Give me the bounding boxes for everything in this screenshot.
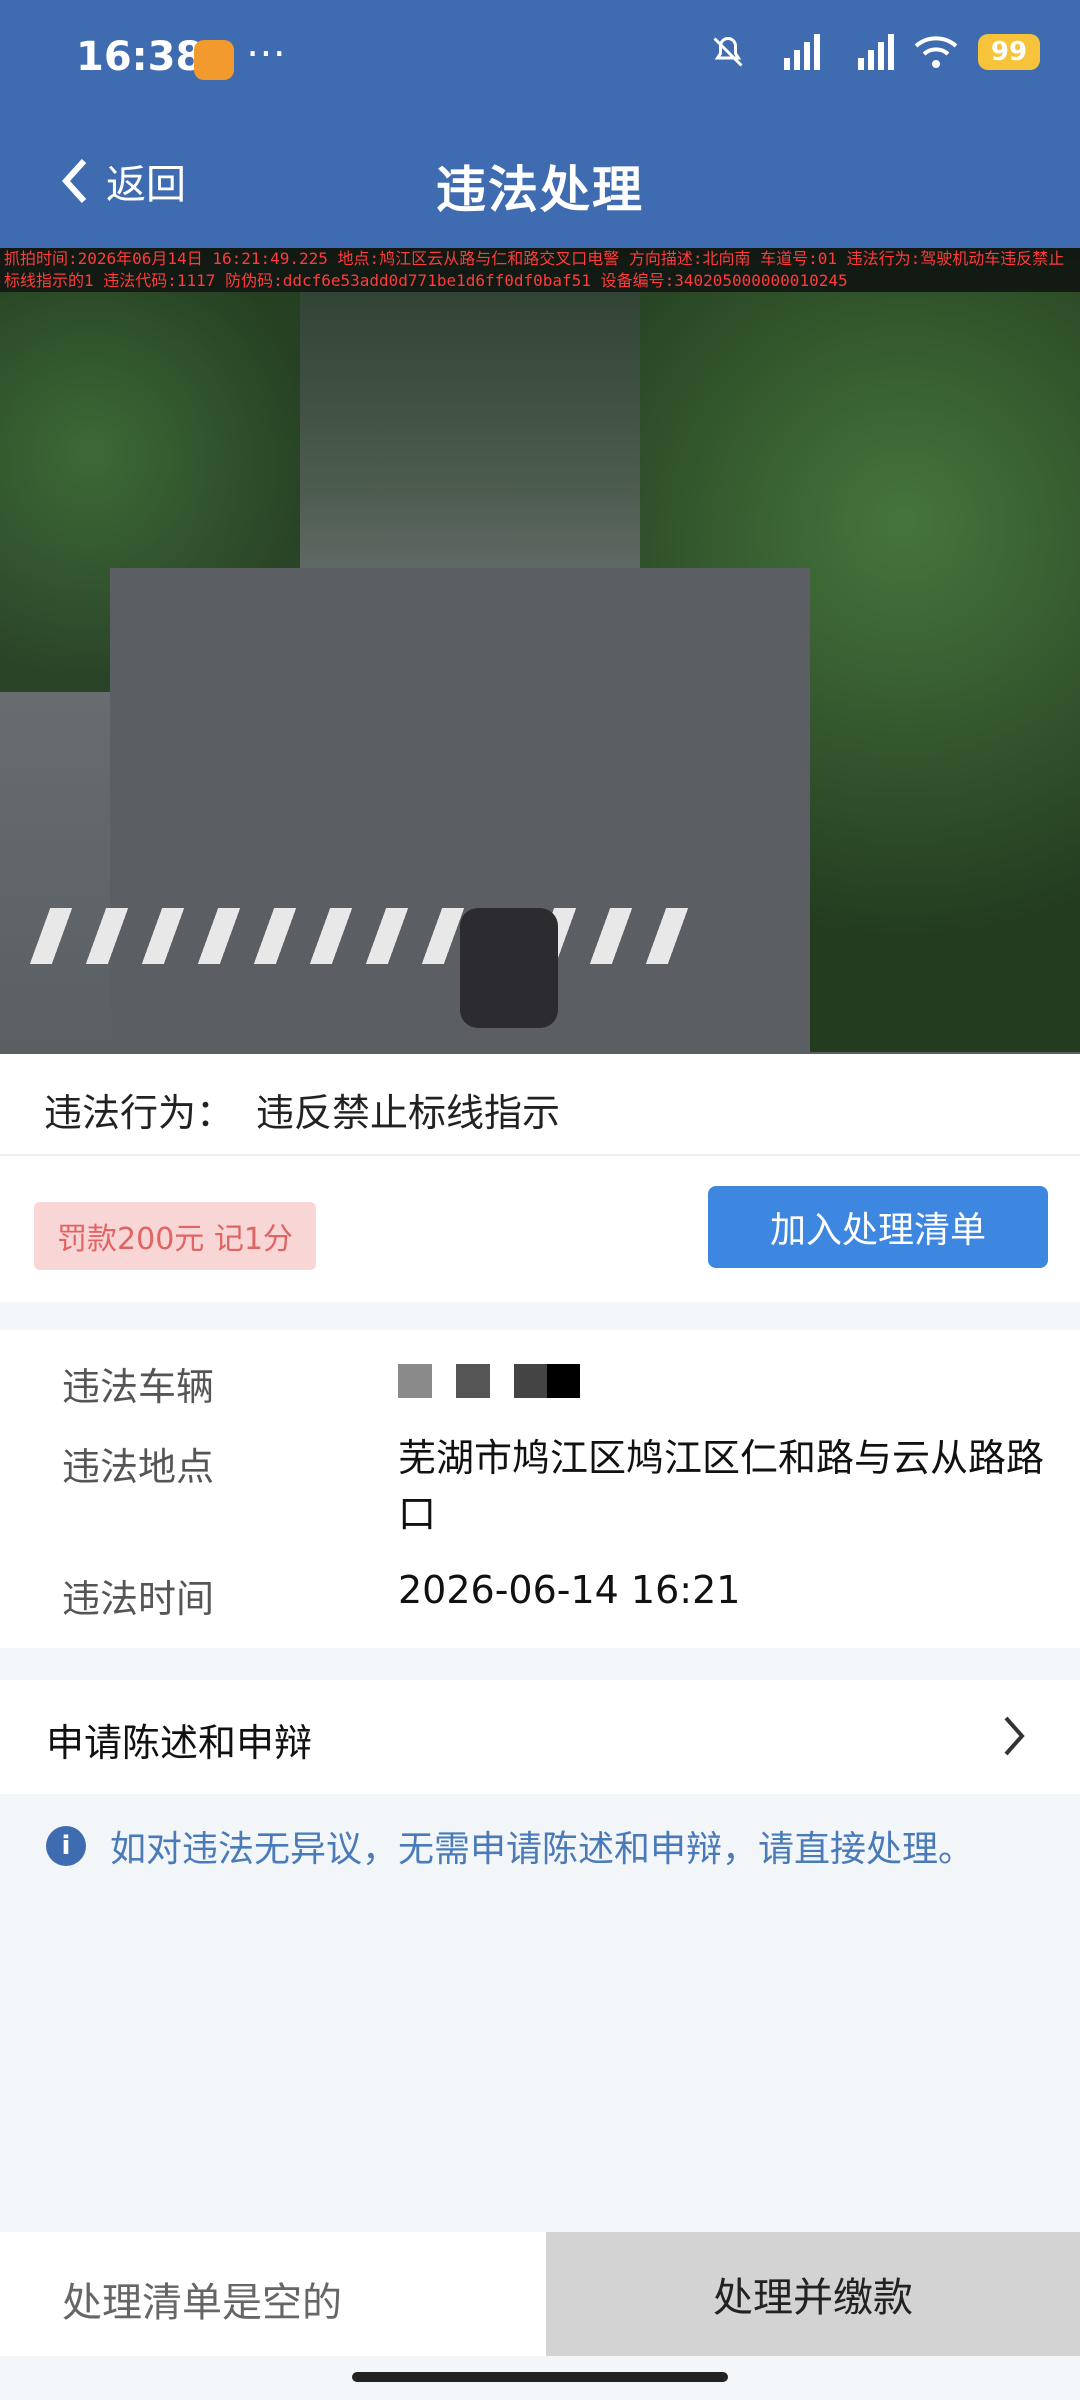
time-label: 违法时间 [62, 1577, 215, 1621]
page-title: 违法处理 [436, 161, 644, 219]
status-bar: 16:38 ⋯ 99 [0, 0, 1080, 120]
status-icons: 99 [710, 34, 1040, 70]
violation-details: 违法车辆 违法地点 芜湖市鸠江区鸠江区仁和路与云从路路口 违法时间 2026-0… [0, 1330, 1080, 1648]
location-value: 芜湖市鸠江区鸠江区仁和路与云从路路口 [398, 1436, 1045, 1536]
location-label: 违法地点 [62, 1445, 215, 1489]
app-header: 16:38 ⋯ 99 返回 违法处理 [0, 0, 1080, 248]
chevron-right-icon [1004, 1716, 1025, 1756]
app-notification-icon [194, 40, 234, 80]
violation-label: 违法行为： [44, 1091, 235, 1135]
status-time: 16:38 [76, 34, 204, 80]
vehicle-plate-masked [398, 1364, 580, 1398]
violation-photo[interactable]: 抓拍时间:2026年06月14日 16:21:49.225 地点:鸠江区云从路与… [0, 248, 1080, 1054]
info-icon: i [46, 1826, 86, 1866]
vehicle-label: 违法车辆 [62, 1365, 215, 1409]
photo-car [460, 908, 558, 1028]
info-tip: i 如对违法无异议，无需申请陈述和申辩，请直接处理。 [46, 1820, 974, 1872]
action-bar: 罚款200元 记1分 加入处理清单 [0, 1156, 1080, 1302]
more-notifications-icon: ⋯ [246, 30, 286, 76]
process-pay-button[interactable]: 处理并缴款 [546, 2232, 1080, 2356]
mute-icon [713, 36, 743, 67]
violation-behavior: 违法行为： 违反禁止标线指示 [0, 1054, 1080, 1156]
photo-crosswalk [29, 908, 711, 964]
bottom-bar: 处理清单是空的 处理并缴款 [0, 2232, 1080, 2356]
violation-value: 违反禁止标线指示 [256, 1091, 561, 1135]
battery-indicator: 99 [978, 34, 1040, 70]
nav-bar: 返回 违法处理 [0, 140, 1080, 228]
wifi-icon [914, 36, 958, 68]
home-indicator[interactable] [352, 2372, 728, 2382]
time-value: 2026-06-14 16:21 [398, 1568, 741, 1612]
signal-5g-icon [784, 34, 820, 70]
list-empty-text: 处理清单是空的 [62, 2280, 342, 2326]
statement-label: 申请陈述和申辩 [46, 1721, 313, 1765]
photo-capture-info: 抓拍时间:2026年06月14日 16:21:49.225 地点:鸠江区云从路与… [0, 248, 1080, 292]
statement-row[interactable]: 申请陈述和申辩 [0, 1680, 1080, 1794]
add-to-list-button[interactable]: 加入处理清单 [708, 1186, 1048, 1268]
info-text: 如对违法无异议，无需申请陈述和申辩，请直接处理。 [110, 1829, 975, 1870]
signal-5g-icon-2 [858, 34, 894, 70]
fine-badge: 罚款200元 记1分 [34, 1202, 316, 1270]
